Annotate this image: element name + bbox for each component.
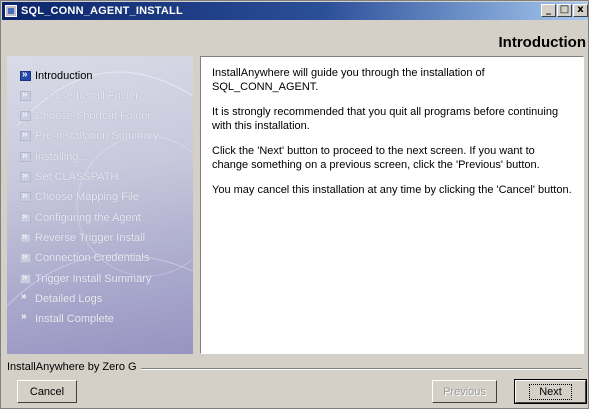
intro-paragraph: It is strongly recommended that you quit… [212,106,559,132]
step-arrow-icon [20,311,31,324]
step-item: Connection Credentials [20,250,149,267]
app-icon [5,5,17,17]
step-item: Installing... [20,148,88,165]
window-title: SQL_CONN_AGENT_INSTALL [21,5,183,17]
step-item: Choose Install Folder [20,87,139,104]
page-title: Introduction [498,34,586,51]
step-item: Reverse Trigger Install [20,229,145,246]
next-button[interactable]: Next [514,379,587,404]
step-arrow-icon [20,211,31,223]
step-label: Connection Credentials [35,252,150,265]
cancel-button[interactable]: Cancel [17,380,77,403]
step-item: Configuring the Agent [20,209,141,226]
step-item: Detailed Logs [20,290,102,307]
installer-window: SQL_CONN_AGENT_INSTALL _ □ x Introductio… [0,0,589,409]
step-label: Set CLASSPATH [35,171,119,183]
step-item: Trigger Install Summary [20,270,151,287]
intro-paragraph: You may cancel this installation at any … [212,184,572,196]
step-item: Pre-Installation Summary [20,128,159,145]
close-button[interactable]: x [573,4,588,17]
step-label: Introduction [35,69,93,82]
step-item: Choose Shortcut Folder [20,108,151,125]
step-arrow-icon [20,291,31,304]
steps-panel: Introduction Choose Install Folder Choose … [7,56,193,354]
intro-paragraph: Click the 'Next' button to proceed to th… [212,145,540,171]
step-arrow-icon [20,150,31,162]
page-header: Introduction [2,20,588,56]
step-arrow-icon [20,109,31,122]
step-arrow-icon [20,190,31,203]
step-arrow-icon [20,251,31,264]
minimize-button[interactable]: _ [541,4,556,17]
step-label: Reverse Trigger Install [35,231,146,244]
maximize-button[interactable]: □ [557,4,572,17]
title-bar[interactable]: SQL_CONN_AGENT_INSTALL _ □ x [2,2,588,20]
step-label: Choose Mapping File [35,191,139,204]
installer-brand: InstallAnywhere by Zero G [7,361,141,373]
step-item: Choose Mapping File [20,189,139,206]
step-arrow-icon [20,231,31,243]
step-arrow-icon [20,170,31,182]
next-button-label: Next [529,383,572,400]
step-arrow-icon [20,89,31,101]
step-arrow-icon [20,129,31,142]
previous-button[interactable]: Previous [432,380,497,403]
step-item: Introduction [20,67,92,84]
step-item: Install Complete [20,311,114,328]
step-label: Trigger Install Summary [35,272,152,285]
step-label: Detailed Logs [35,292,103,305]
step-label: Choose Install Folder [35,89,139,102]
step-arrow-icon [20,69,31,81]
step-label: Configuring the Agent [35,211,141,224]
introduction-text: InstallAnywhere will guide you through t… [200,56,584,354]
intro-paragraph: InstallAnywhere will guide you through t… [212,67,485,93]
step-label: Installing... [35,150,88,163]
step-arrow-icon [20,272,31,284]
step-label: Pre-Installation Summary [35,130,159,143]
step-label: Choose Shortcut Folder [35,110,152,123]
step-label: Install Complete [35,313,114,326]
step-item: Set CLASSPATH [20,169,118,186]
